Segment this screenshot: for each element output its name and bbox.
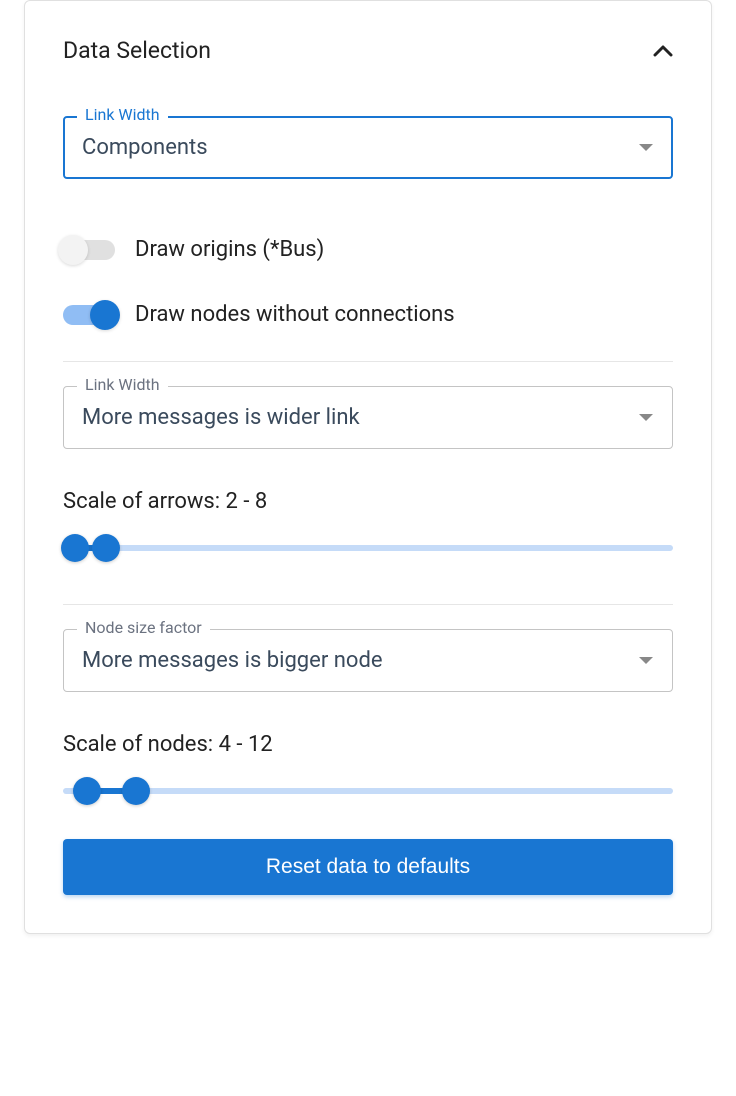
link-width-select-secondary[interactable]: Link Width More messages is wider link (63, 386, 673, 449)
toggle-knob (58, 235, 88, 265)
field-label: Link Width (77, 105, 168, 124)
draw-origins-toggle[interactable]: Draw origins (*Bus) (63, 237, 673, 262)
chevron-up-icon (653, 45, 673, 57)
dropdown-caret-icon (638, 143, 654, 153)
dropdown-caret-icon (638, 413, 654, 423)
slider-thumb-max[interactable] (92, 534, 120, 562)
field-value: More messages is bigger node (82, 648, 383, 673)
panel-header[interactable]: Data Selection (63, 37, 673, 64)
toggle-knob (90, 300, 120, 330)
scale-of-nodes-section: Scale of nodes: 4 - 12 (63, 732, 673, 807)
field-label: Link Width (77, 375, 168, 394)
toggle-label: Draw nodes without connections (135, 302, 455, 327)
toggle-track (63, 240, 115, 260)
link-width-select-primary[interactable]: Link Width Components (63, 116, 673, 179)
slider-label: Scale of nodes: 4 - 12 (63, 732, 673, 757)
slider-thumb-max[interactable] (122, 777, 150, 805)
panel-title: Data Selection (63, 37, 211, 64)
field-value: More messages is wider link (82, 405, 360, 430)
scale-of-arrows-slider[interactable] (63, 532, 673, 564)
toggle-label: Draw origins (*Bus) (135, 237, 324, 262)
field-value: Components (82, 135, 208, 160)
field-label: Node size factor (77, 618, 210, 637)
slider-rail (63, 545, 673, 551)
slider-thumb-min[interactable] (73, 777, 101, 805)
data-selection-panel: Data Selection Link Width Components Dra… (24, 0, 712, 934)
reset-data-button[interactable]: Reset data to defaults (63, 839, 673, 895)
dropdown-caret-icon (638, 656, 654, 666)
scale-of-arrows-section: Scale of arrows: 2 - 8 (63, 489, 673, 564)
slider-thumb-min[interactable] (61, 534, 89, 562)
draw-nodes-no-connections-toggle[interactable]: Draw nodes without connections (63, 302, 673, 327)
slider-rail (63, 788, 673, 794)
toggle-track (63, 305, 115, 325)
scale-of-nodes-slider[interactable] (63, 775, 673, 807)
slider-label: Scale of arrows: 2 - 8 (63, 489, 673, 514)
node-size-factor-select[interactable]: Node size factor More messages is bigger… (63, 629, 673, 692)
